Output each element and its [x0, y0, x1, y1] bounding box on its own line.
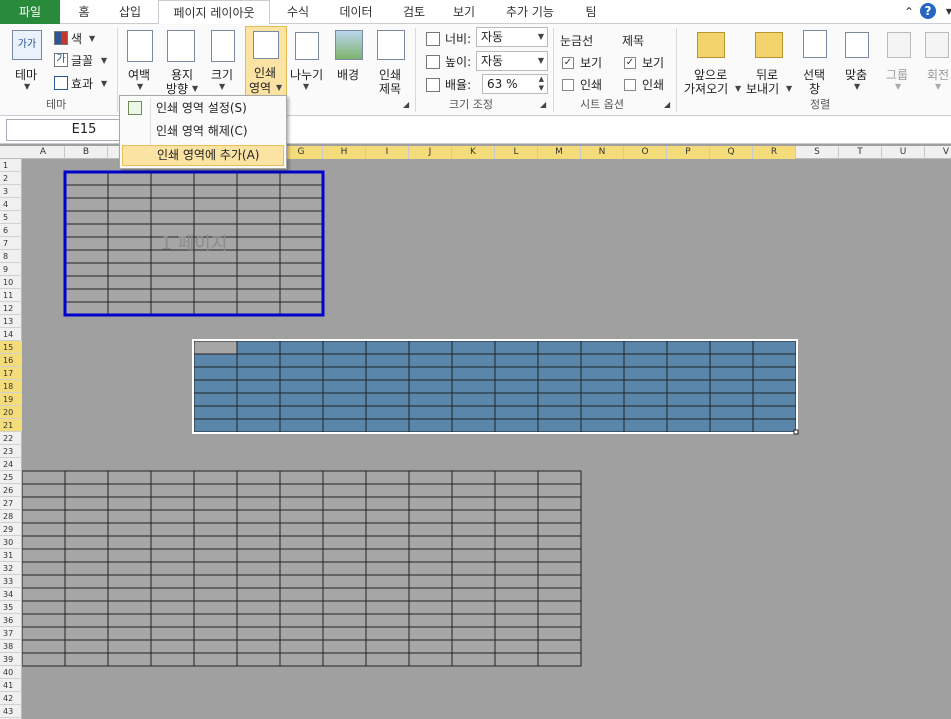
row-header-27[interactable]: 27: [0, 497, 22, 510]
row-header-16[interactable]: 16: [0, 354, 22, 367]
row-header-5[interactable]: 5: [0, 211, 22, 224]
row-header-9[interactable]: 9: [0, 263, 22, 276]
column-header-L[interactable]: L: [495, 146, 538, 159]
column-header-T[interactable]: T: [839, 146, 882, 159]
row-header-18[interactable]: 18: [0, 380, 22, 393]
row-header-8[interactable]: 8: [0, 250, 22, 263]
row-header-32[interactable]: 32: [0, 562, 22, 575]
row-header-19[interactable]: 19: [0, 393, 22, 406]
row-header-10[interactable]: 10: [0, 276, 22, 289]
column-header-B[interactable]: B: [65, 146, 108, 159]
menu-item-set-print-area[interactable]: 인쇄 영역 설정(S): [122, 98, 284, 119]
row-header-40[interactable]: 40: [0, 666, 22, 679]
column-header-R[interactable]: R: [753, 146, 796, 159]
row-header-12[interactable]: 12: [0, 302, 22, 315]
active-cell: [193, 340, 238, 355]
menu-item-clear-print-area[interactable]: 인쇄 영역 해제(C): [122, 121, 284, 142]
row-header-3[interactable]: 3: [0, 185, 22, 198]
row-header-24[interactable]: 24: [0, 458, 22, 471]
row-headers: 1 2 3 4 5 6 7 8 9 10 11 12 13 14 15 16 17 18 19 20 21 22 23 24 2…: [0, 159, 22, 719]
column-header-K[interactable]: K: [452, 146, 495, 159]
column-header-I[interactable]: I: [366, 146, 409, 159]
row-header-43[interactable]: 43: [0, 705, 22, 718]
row-header-11[interactable]: 11: [0, 289, 22, 302]
column-header-A[interactable]: A: [22, 146, 65, 159]
row-header-22[interactable]: 22: [0, 432, 22, 445]
column-header-N[interactable]: N: [581, 146, 624, 159]
row-header-36[interactable]: 36: [0, 614, 22, 627]
row-header-6[interactable]: 6: [0, 224, 22, 237]
row-header-14[interactable]: 14: [0, 328, 22, 341]
column-header-M[interactable]: M: [538, 146, 581, 159]
row-header-30[interactable]: 30: [0, 536, 22, 549]
column-header-Q[interactable]: Q: [710, 146, 753, 159]
row-header-1[interactable]: 1: [0, 159, 22, 172]
fill-handle: [793, 429, 799, 435]
row-header-34[interactable]: 34: [0, 588, 22, 601]
row-header-25[interactable]: 25: [0, 471, 22, 484]
table-block-3: [21, 470, 582, 667]
print-area-menu: 인쇄 영역 설정(S) 인쇄 영역 해제(C) 인쇄 영역에 추가(A): [119, 95, 287, 169]
column-header-V[interactable]: V: [925, 146, 951, 159]
row-header-17[interactable]: 17: [0, 367, 22, 380]
row-header-26[interactable]: 26: [0, 484, 22, 497]
row-header-15[interactable]: 15: [0, 341, 22, 354]
row-header-29[interactable]: 29: [0, 523, 22, 536]
row-header-20[interactable]: 20: [0, 406, 22, 419]
row-header-31[interactable]: 31: [0, 549, 22, 562]
page-watermark: 1 페이지: [161, 234, 228, 255]
row-header-23[interactable]: 23: [0, 445, 22, 458]
row-header-38[interactable]: 38: [0, 640, 22, 653]
row-header-28[interactable]: 28: [0, 510, 22, 523]
row-header-37[interactable]: 37: [0, 627, 22, 640]
column-header-U[interactable]: U: [882, 146, 925, 159]
row-header-21[interactable]: 21: [0, 419, 22, 432]
row-header-42[interactable]: 42: [0, 692, 22, 705]
column-header-O[interactable]: O: [624, 146, 667, 159]
row-header-33[interactable]: 33: [0, 575, 22, 588]
column-header-P[interactable]: P: [667, 146, 710, 159]
row-header-41[interactable]: 41: [0, 679, 22, 692]
row-header-7[interactable]: 7: [0, 237, 22, 250]
row-header-4[interactable]: 4: [0, 198, 22, 211]
row-header-39[interactable]: 39: [0, 653, 22, 666]
menu-item-add-to-print-area[interactable]: 인쇄 영역에 추가(A): [122, 145, 284, 166]
column-header-H[interactable]: H: [323, 146, 366, 159]
row-header-35[interactable]: 35: [0, 601, 22, 614]
column-header-J[interactable]: J: [409, 146, 452, 159]
column-header-S[interactable]: S: [796, 146, 839, 159]
row-header-2[interactable]: 2: [0, 172, 22, 185]
row-header-13[interactable]: 13: [0, 315, 22, 328]
